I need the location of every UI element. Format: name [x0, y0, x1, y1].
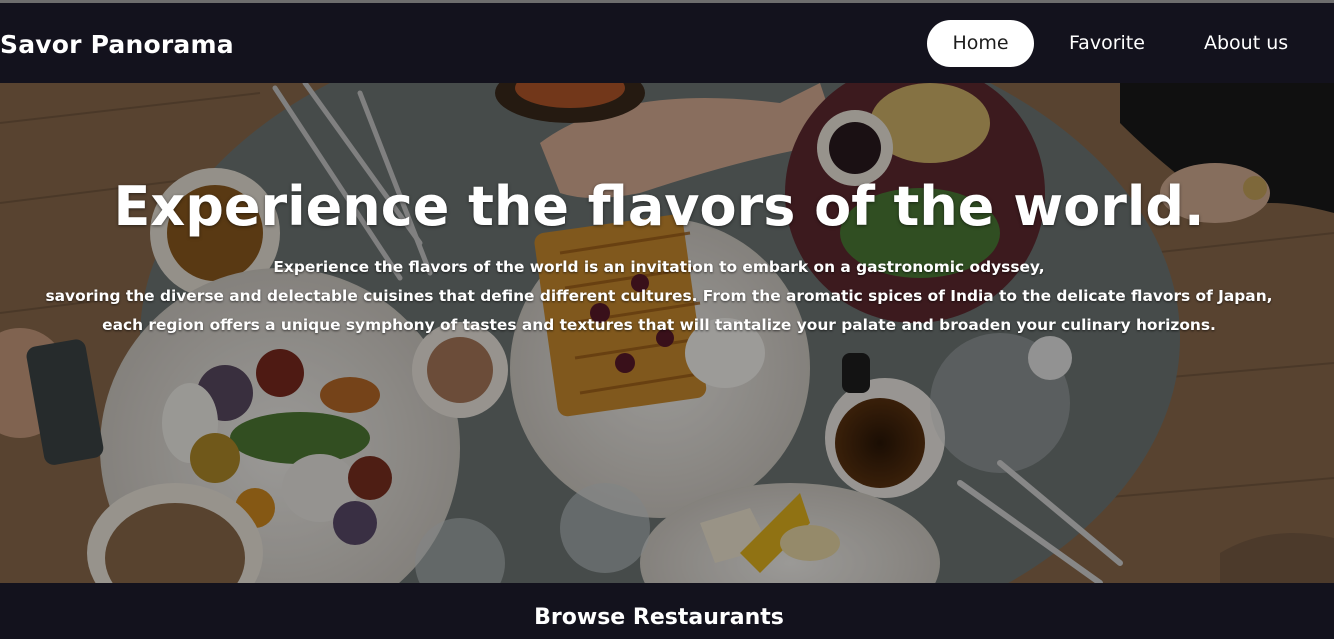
brand-logo[interactable]: Savor Panorama: [0, 30, 234, 59]
navbar: Savor Panorama Home Favorite About us: [0, 3, 1334, 83]
nav-favorite-link[interactable]: Favorite: [1069, 20, 1145, 67]
hero-title: Experience the flavors of the world.: [113, 175, 1205, 238]
hero-description-line: each region offers a unique symphony of …: [102, 316, 1216, 334]
browse-section: Browse Restaurants: [0, 583, 1334, 639]
nav-home-button[interactable]: Home: [927, 20, 1034, 67]
hero-section: Experience the flavors of the world. Exp…: [0, 83, 1334, 583]
nav-about-link[interactable]: About us: [1204, 20, 1288, 67]
hero-description-line: Experience the flavors of the world is a…: [273, 258, 1045, 276]
hero-description-line: savoring the diverse and delectable cuis…: [45, 287, 1273, 305]
browse-restaurants-heading: Browse Restaurants: [534, 605, 784, 630]
hero-description: Experience the flavors of the world is a…: [0, 253, 1318, 340]
